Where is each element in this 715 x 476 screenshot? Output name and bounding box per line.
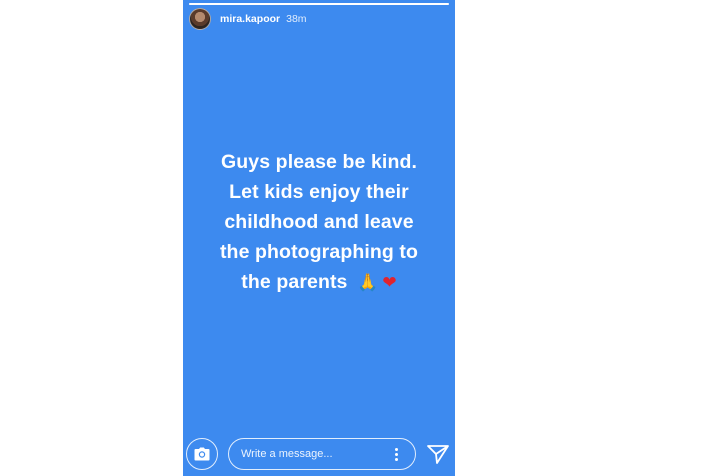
- story-footer: [183, 436, 455, 476]
- story-text-line: the parents: [241, 271, 348, 293]
- story-viewer[interactable]: mira.kapoor 38m Guys please be kind. Let…: [183, 0, 455, 476]
- story-text-line: Guys please be kind.: [221, 151, 417, 173]
- timestamp: 38m: [286, 13, 307, 25]
- username[interactable]: mira.kapoor: [220, 13, 280, 25]
- camera-icon: [194, 447, 210, 461]
- story-progress-bar: [189, 3, 449, 5]
- story-text-line: childhood and leave: [224, 211, 414, 233]
- folded-hands-emoji: 🙏: [357, 273, 379, 293]
- story-text-line-last: the parents 🙏 ❤: [183, 267, 455, 298]
- message-input[interactable]: [229, 447, 387, 461]
- heart-emoji: ❤: [382, 273, 397, 293]
- more-options-icon[interactable]: [387, 444, 405, 464]
- story-header: mira.kapoor 38m: [189, 8, 307, 30]
- avatar[interactable]: [189, 8, 211, 30]
- story-text-line: the photographing to: [219, 241, 419, 263]
- story-text-line: Let kids enjoy their: [229, 181, 409, 203]
- send-icon[interactable]: [426, 442, 450, 466]
- story-progress-fill: [189, 3, 449, 5]
- camera-button[interactable]: [186, 438, 218, 470]
- message-field[interactable]: [228, 438, 416, 470]
- story-text: Guys please be kind. Let kids enjoy thei…: [183, 147, 455, 298]
